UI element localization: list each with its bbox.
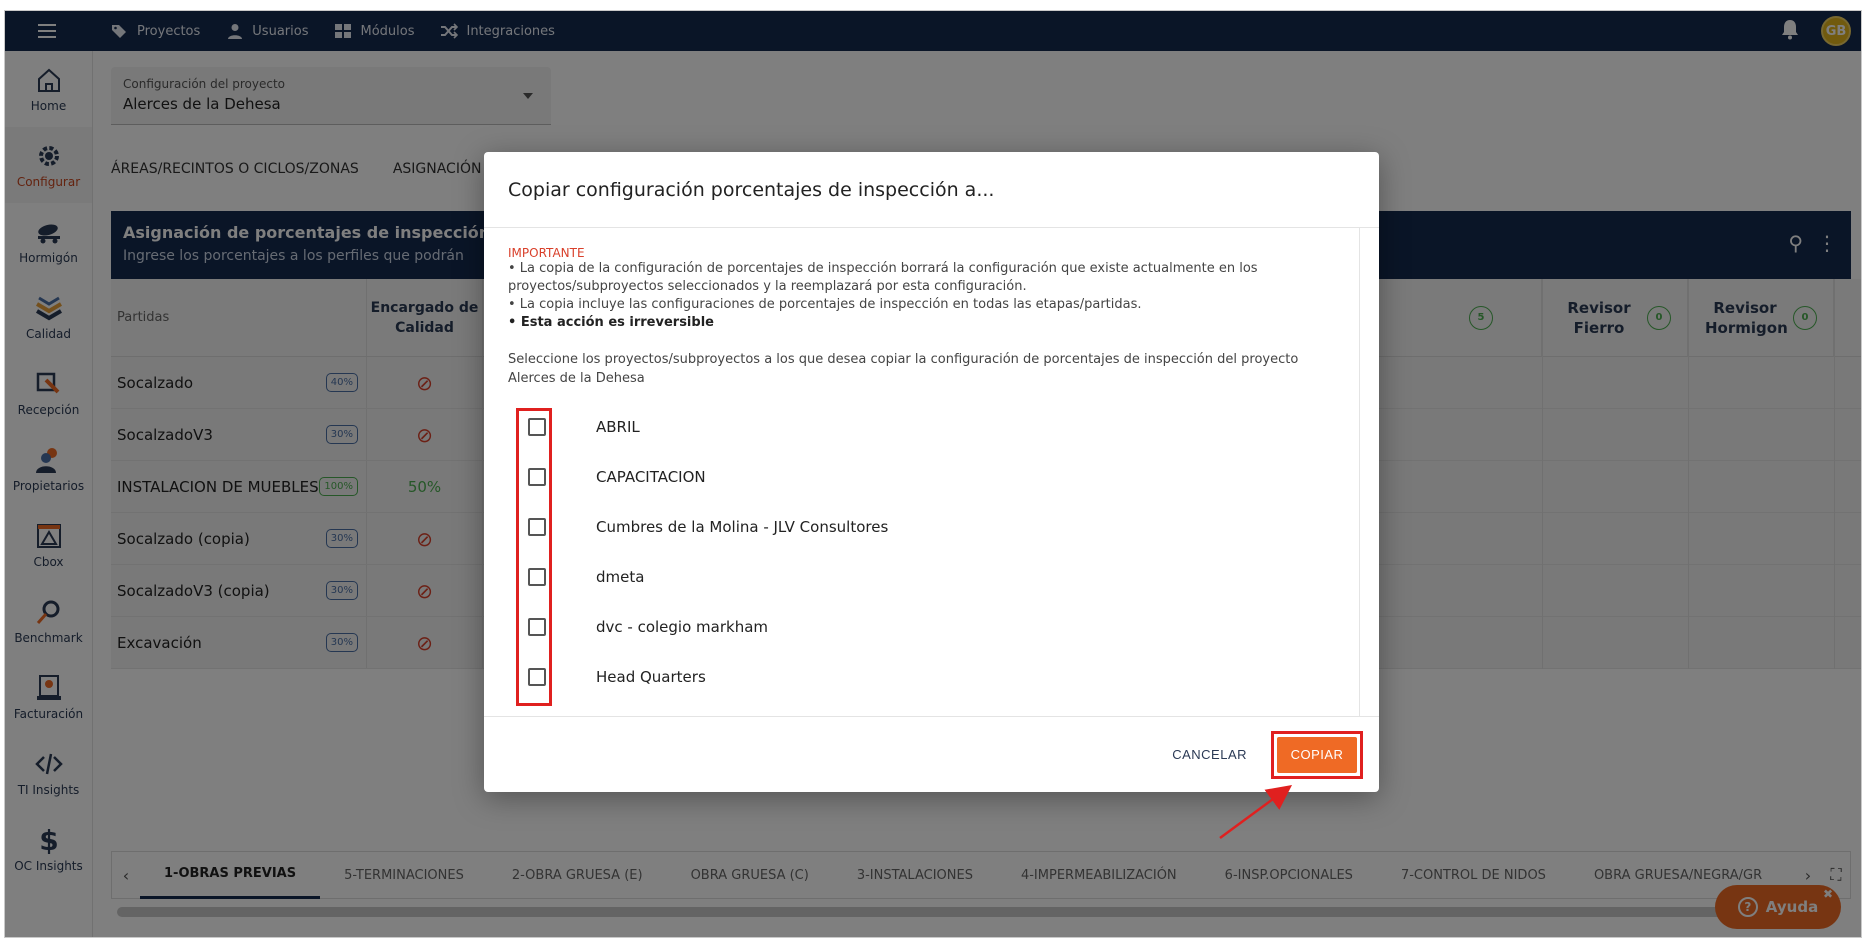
cancel-button[interactable]: CANCELAR bbox=[1172, 747, 1247, 762]
project-option[interactable]: dvc - colegio markham bbox=[508, 602, 1335, 652]
option-label: ABRIL bbox=[596, 418, 640, 436]
option-label: CAPACITACION bbox=[596, 468, 706, 486]
copy-button[interactable]: COPIAR bbox=[1277, 736, 1357, 773]
select-instructions: Seleccione los proyectos/subproyectos a … bbox=[508, 352, 1299, 386]
project-options: ABRIL CAPACITACION Cumbres de la Molina - … bbox=[508, 402, 1335, 706]
option-label: Head Quarters bbox=[596, 668, 706, 686]
option-label: Cumbres de la Molina - JLV Consultores bbox=[596, 518, 889, 536]
option-label: dmeta bbox=[596, 568, 645, 586]
important-label: IMPORTANTE bbox=[508, 246, 585, 260]
dialog-body: IMPORTANTE • La copia de la configuració… bbox=[484, 228, 1360, 716]
warning-line-2: • La copia incluye las configuraciones d… bbox=[508, 297, 1142, 312]
project-option[interactable]: Cumbres de la Molina - JLV Consultores bbox=[508, 502, 1335, 552]
project-option[interactable]: ABRIL bbox=[508, 402, 1335, 452]
annotation-highlight: COPIAR bbox=[1271, 730, 1363, 779]
dialog-title: Copiar configuración porcentajes de insp… bbox=[484, 152, 1379, 228]
project-option[interactable]: CAPACITACION bbox=[508, 452, 1335, 502]
option-label: dvc - colegio markham bbox=[596, 618, 769, 636]
project-option[interactable]: Head Quarters bbox=[508, 652, 1335, 702]
project-option[interactable]: dmeta bbox=[508, 552, 1335, 602]
dialog-footer: CANCELAR COPIAR bbox=[484, 716, 1379, 792]
copy-config-dialog: Copiar configuración porcentajes de insp… bbox=[484, 152, 1379, 792]
warning-line-3: • Esta acción es irreversible bbox=[508, 315, 714, 330]
warning-line-1: • La copia de la configuración de porcen… bbox=[508, 261, 1258, 294]
annotation-highlight bbox=[516, 408, 552, 706]
